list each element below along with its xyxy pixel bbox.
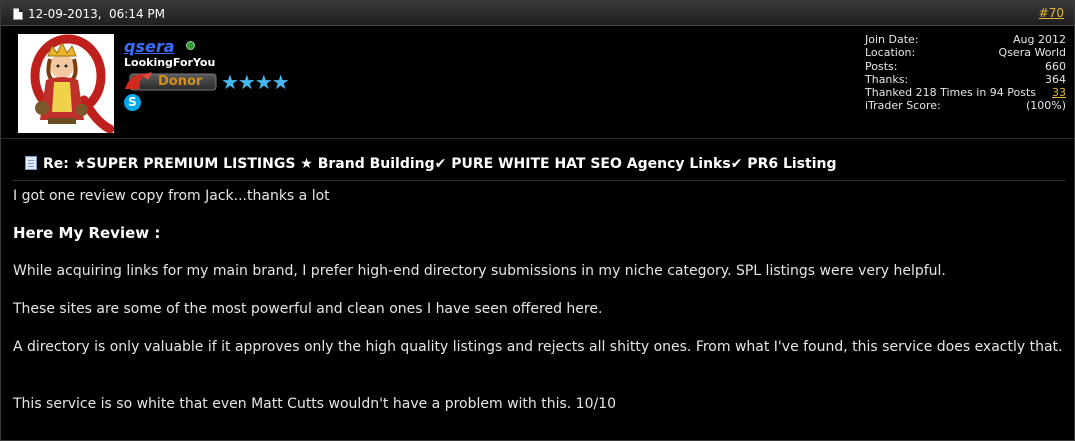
- post-icon: [25, 156, 37, 170]
- forum-post: 12-09-2013, 06:14 PM #70 qsera LookingFo…: [0, 0, 1075, 441]
- post-title-row: Re: ★SUPER PREMIUM LISTINGS ★ Brand Buil…: [13, 153, 1066, 181]
- user-info: qsera LookingForYou Donor ★★★★ S Join Da…: [1, 27, 1074, 139]
- message-paragraph: These sites are some of the most powerfu…: [13, 301, 603, 317]
- stat-location: Location: Qsera World: [865, 46, 1066, 60]
- queen-avatar-image: [18, 34, 114, 133]
- avatar[interactable]: [18, 34, 114, 133]
- user-stats: Join Date: Aug 2012 Location: Qsera Worl…: [865, 33, 1066, 113]
- rank-stars: ★★★★: [221, 70, 290, 94]
- stat-join-date: Join Date: Aug 2012: [865, 33, 1066, 46]
- stat-posts: Posts: 660: [865, 59, 1066, 73]
- post-header: 12-09-2013, 06:14 PM #70: [1, 1, 1074, 26]
- post-date: 12-09-2013,: [28, 7, 102, 21]
- donor-label: Donor: [158, 74, 203, 89]
- message-paragraph: A directory is only valuable if it appro…: [13, 339, 1063, 355]
- post-title: Re: ★SUPER PREMIUM LISTINGS ★ Brand Buil…: [43, 156, 837, 172]
- stat-thanks: Thanks: 364: [865, 72, 1066, 86]
- thanked-posts-link[interactable]: 33: [1052, 86, 1066, 99]
- post-time: 06:14 PM: [109, 7, 165, 21]
- skype-icon[interactable]: S: [124, 94, 141, 111]
- user-title: LookingForYou: [124, 56, 216, 69]
- post-number-link[interactable]: #70: [1039, 6, 1064, 20]
- review-heading: Here My Review :: [13, 224, 161, 242]
- online-status-icon: [186, 41, 195, 50]
- stat-itrader-score: iTrader Score: (100%): [865, 99, 1066, 113]
- donor-rank: Donor ★★★★: [124, 71, 304, 93]
- message-paragraph: While acquiring links for my main brand,…: [13, 263, 946, 279]
- username-link[interactable]: qsera: [124, 37, 175, 56]
- post-document-icon: [13, 8, 23, 20]
- message-paragraph: I got one review copy from Jack...thanks…: [13, 188, 330, 204]
- message-paragraph: This service is so white that even Matt …: [13, 396, 617, 412]
- stat-thanked: Thanked 218 Times in 94 Posts 33: [865, 86, 1066, 100]
